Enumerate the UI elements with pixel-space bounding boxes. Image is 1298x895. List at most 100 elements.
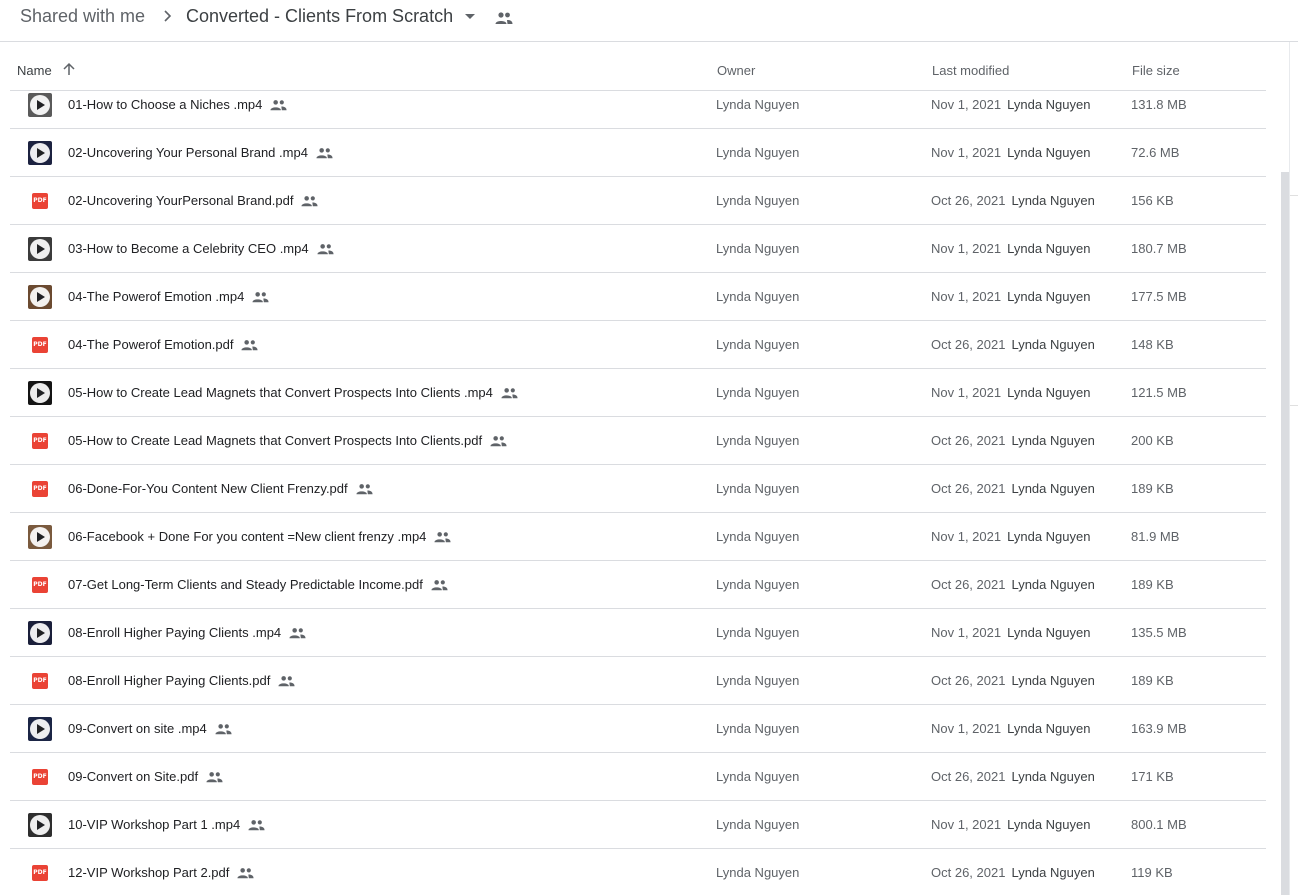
column-header-owner: Owner	[717, 63, 756, 78]
file-row[interactable]: 06-Facebook + Done For you content =New …	[10, 513, 1266, 561]
shared-people-icon	[206, 771, 223, 782]
play-icon	[30, 527, 50, 547]
file-name[interactable]: 10-VIP Workshop Part 1 .mp4	[68, 817, 265, 832]
file-row[interactable]: PDF 07-Get Long-Term Clients and Steady P…	[10, 561, 1266, 609]
file-last-modified: Nov 1, 2021 Lynda Nguyen	[931, 145, 1091, 160]
file-name[interactable]: 05-How to Create Lead Magnets that Conve…	[68, 385, 518, 400]
side-panel-divider-line	[1290, 405, 1298, 406]
file-list: 01-How to Choose a Niches .mp4 Lynda Nguy…	[10, 81, 1266, 895]
play-icon	[30, 143, 50, 163]
file-size: 119 KB	[1131, 865, 1173, 880]
file-owner: Lynda Nguyen	[716, 721, 800, 736]
file-row[interactable]: 03-How to Become a Celebrity CEO .mp4 Lyn…	[10, 225, 1266, 273]
file-row[interactable]: 09-Convert on site .mp4 Lynda Nguyen Nov 1…	[10, 705, 1266, 753]
file-row[interactable]: PDF 02-Uncovering YourPersonal Brand.pdf L…	[10, 177, 1266, 225]
breadcrumb-current-folder[interactable]: Converted - Clients From Scratch	[186, 6, 453, 27]
video-thumbnail-icon	[28, 381, 52, 405]
shared-people-icon	[270, 99, 287, 110]
file-name[interactable]: 07-Get Long-Term Clients and Steady Pred…	[68, 577, 448, 592]
file-name[interactable]: 02-Uncovering YourPersonal Brand.pdf	[68, 193, 319, 208]
pdf-file-icon: PDF	[28, 189, 52, 213]
file-owner: Lynda Nguyen	[716, 769, 800, 784]
caret-down-icon[interactable]	[464, 13, 476, 21]
file-name[interactable]: 03-How to Become a Celebrity CEO .mp4	[68, 241, 334, 256]
file-row[interactable]: 02-Uncovering Your Personal Brand .mp4 Ly…	[10, 129, 1266, 177]
file-name[interactable]: 08-Enroll Higher Paying Clients.pdf	[68, 673, 295, 688]
file-owner: Lynda Nguyen	[716, 481, 800, 496]
file-row[interactable]: 05-How to Create Lead Magnets that Conve…	[10, 369, 1266, 417]
file-owner: Lynda Nguyen	[716, 865, 800, 880]
file-last-modified: Nov 1, 2021 Lynda Nguyen	[931, 97, 1091, 112]
pdf-file-icon: PDF	[28, 573, 52, 597]
file-last-modified: Nov 1, 2021 Lynda Nguyen	[931, 817, 1091, 832]
column-header-file-size: File size	[1132, 63, 1180, 78]
video-thumbnail-icon	[28, 813, 52, 837]
file-row[interactable]: PDF 08-Enroll Higher Paying Clients.pdf Ly…	[10, 657, 1266, 705]
file-name[interactable]: 08-Enroll Higher Paying Clients .mp4	[68, 625, 306, 640]
file-owner: Lynda Nguyen	[716, 433, 800, 448]
file-size: 180.7 MB	[1131, 241, 1187, 256]
shared-people-icon	[301, 195, 319, 206]
file-owner: Lynda Nguyen	[716, 385, 800, 400]
file-name[interactable]: 12-VIP Workshop Part 2.pdf	[68, 865, 254, 880]
file-name[interactable]: 05-How to Create Lead Magnets that Conve…	[68, 433, 507, 448]
file-row[interactable]: PDF 04-The Powerof Emotion.pdf Lynda Nguye…	[10, 321, 1266, 369]
shared-people-icon	[237, 867, 254, 878]
pdf-file-icon: PDF	[28, 477, 52, 501]
file-size: 81.9 MB	[1131, 529, 1180, 544]
file-name[interactable]: 06-Facebook + Done For you content =New …	[68, 529, 451, 544]
file-row[interactable]: PDF 06-Done-For-You Content New Client Fr…	[10, 465, 1266, 513]
video-thumbnail-icon	[28, 621, 52, 645]
scrollbar-thumb[interactable]	[1281, 172, 1289, 895]
file-name[interactable]: 04-The Powerof Emotion.pdf	[68, 337, 259, 352]
file-row[interactable]: 10-VIP Workshop Part 1 .mp4 Lynda Nguyen N…	[10, 801, 1266, 849]
file-owner: Lynda Nguyen	[716, 193, 800, 208]
file-last-modified: Oct 26, 2021 Lynda Nguyen	[931, 337, 1095, 352]
file-row[interactable]: 08-Enroll Higher Paying Clients .mp4 Lynd…	[10, 609, 1266, 657]
file-name[interactable]: 01-How to Choose a Niches .mp4	[68, 97, 287, 112]
video-thumbnail-icon	[28, 237, 52, 261]
file-size: 121.5 MB	[1131, 385, 1187, 400]
play-icon	[30, 383, 50, 403]
side-panel-divider-line	[1290, 195, 1298, 196]
file-name[interactable]: 02-Uncovering Your Personal Brand .mp4	[68, 145, 333, 160]
file-name[interactable]: 09-Convert on site .mp4	[68, 721, 232, 736]
file-owner: Lynda Nguyen	[716, 625, 800, 640]
file-last-modified: Nov 1, 2021 Lynda Nguyen	[931, 385, 1091, 400]
file-owner: Lynda Nguyen	[716, 577, 800, 592]
shared-people-icon	[495, 12, 513, 24]
play-icon	[30, 239, 50, 259]
file-owner: Lynda Nguyen	[716, 673, 800, 688]
file-name[interactable]: 04-The Powerof Emotion .mp4	[68, 289, 269, 304]
video-thumbnail-icon	[28, 93, 52, 117]
file-row[interactable]: 01-How to Choose a Niches .mp4 Lynda Nguy…	[10, 81, 1266, 129]
file-size: 156 KB	[1131, 193, 1174, 208]
file-last-modified: Oct 26, 2021 Lynda Nguyen	[931, 193, 1095, 208]
column-header-name[interactable]: Name	[17, 63, 52, 78]
shared-people-icon	[434, 531, 451, 542]
sort-arrow-up-icon[interactable]	[62, 62, 76, 76]
breadcrumb-shared-with-me[interactable]: Shared with me	[20, 6, 145, 27]
file-owner: Lynda Nguyen	[716, 145, 800, 160]
file-size: 189 KB	[1131, 577, 1174, 592]
file-last-modified: Nov 1, 2021 Lynda Nguyen	[931, 721, 1091, 736]
file-row[interactable]: PDF 12-VIP Workshop Part 2.pdf Lynda Nguye…	[10, 849, 1266, 895]
file-row[interactable]: PDF 09-Convert on Site.pdf Lynda Nguyen Oct…	[10, 753, 1266, 801]
file-name[interactable]: 06-Done-For-You Content New Client Frenz…	[68, 481, 373, 496]
file-last-modified: Oct 26, 2021 Lynda Nguyen	[931, 481, 1095, 496]
file-size: 189 KB	[1131, 673, 1174, 688]
file-size: 800.1 MB	[1131, 817, 1187, 832]
file-row[interactable]: 04-The Powerof Emotion .mp4 Lynda Nguyen N…	[10, 273, 1266, 321]
file-owner: Lynda Nguyen	[716, 289, 800, 304]
column-header-last-modified[interactable]: Last modified	[932, 63, 1009, 78]
video-thumbnail-icon	[28, 717, 52, 741]
file-name[interactable]: 09-Convert on Site.pdf	[68, 769, 223, 784]
shared-people-icon	[316, 147, 333, 158]
side-panel-divider	[1289, 42, 1290, 895]
file-size: 131.8 MB	[1131, 97, 1187, 112]
file-owner: Lynda Nguyen	[716, 817, 800, 832]
file-last-modified: Oct 26, 2021 Lynda Nguyen	[931, 769, 1095, 784]
video-thumbnail-icon	[28, 525, 52, 549]
file-row[interactable]: PDF 05-How to Create Lead Magnets that Co…	[10, 417, 1266, 465]
play-icon	[30, 95, 50, 115]
